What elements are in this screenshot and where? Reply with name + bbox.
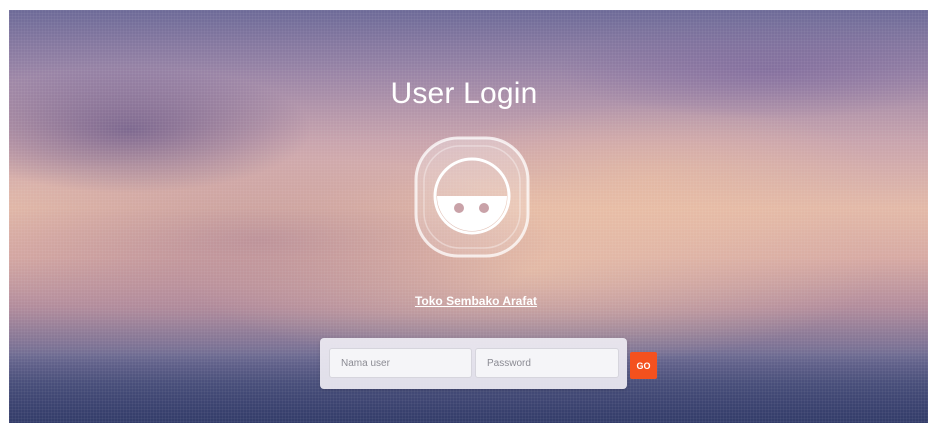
page-title: User Login: [390, 77, 538, 110]
username-input[interactable]: [329, 348, 472, 378]
go-button[interactable]: GO: [630, 352, 657, 379]
user-avatar-icon: [413, 135, 531, 259]
shop-name-link[interactable]: Toko Sembako Arafat: [0, 294, 928, 308]
password-input[interactable]: [475, 348, 619, 378]
login-form: [320, 338, 627, 389]
